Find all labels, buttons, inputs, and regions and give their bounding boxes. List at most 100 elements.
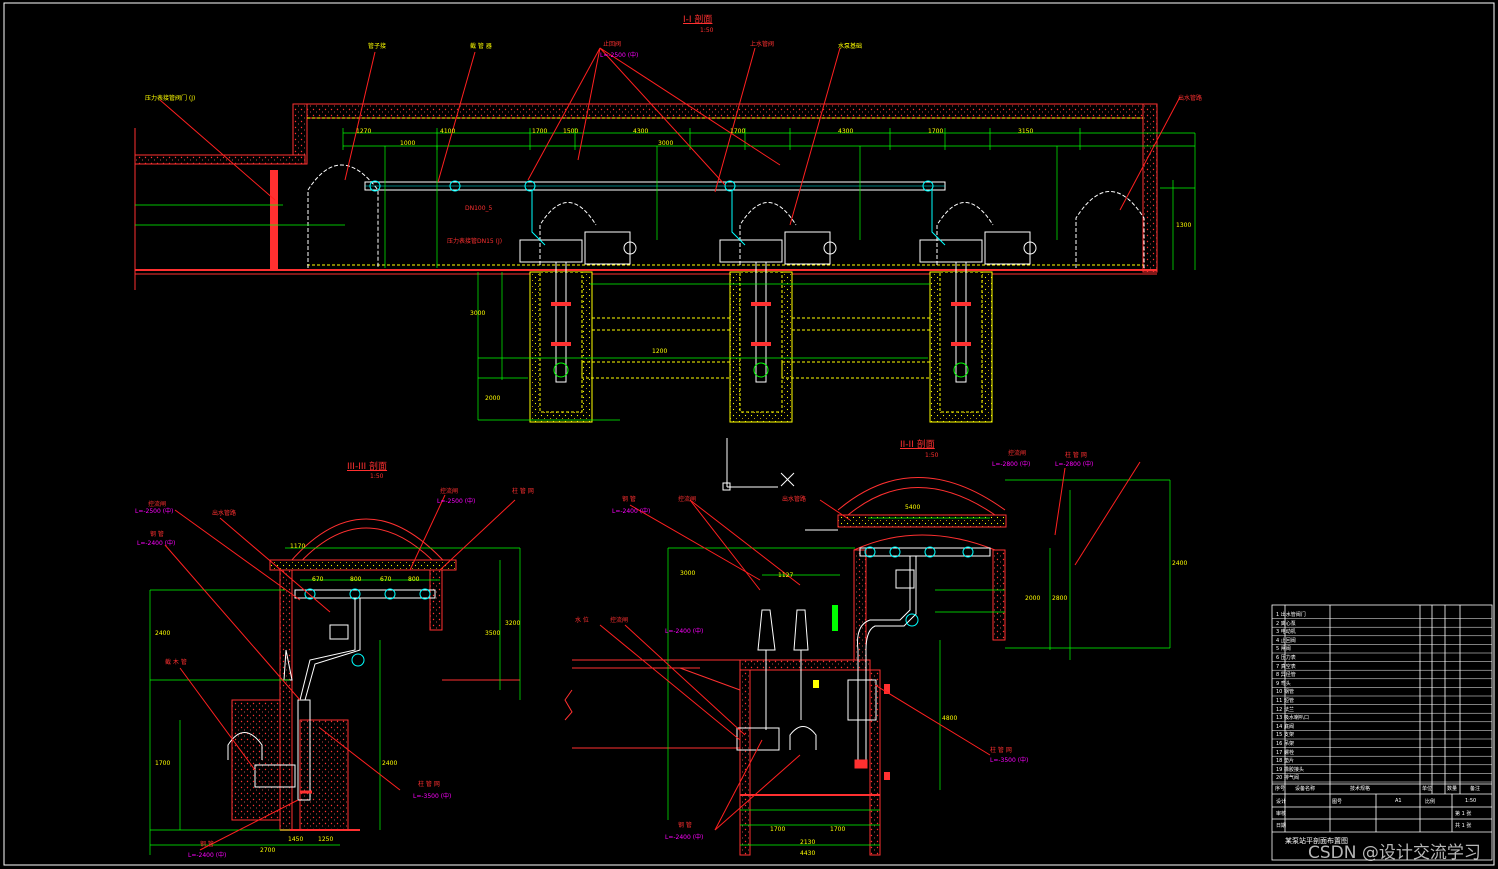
annotation-label: 柱 管 网 [418, 781, 440, 788]
dimension-text: 1700 [928, 128, 944, 135]
elevation-label: L=-3500 (中) [990, 757, 1029, 764]
dimension-text: 2000 [485, 395, 501, 402]
annotation-label: 柱 管 网 [512, 488, 534, 495]
tb-row-label: 19 橡胶接头 [1276, 766, 1304, 773]
annotation-label: 压力表接管阀门 (J) [145, 95, 196, 102]
tb-row-label: 12 法兰 [1276, 706, 1294, 713]
dimension-text: 670 [312, 576, 324, 583]
elevation-label: L=-3500 (中) [413, 793, 452, 800]
section-3-structure [227, 518, 520, 831]
annotation-label: 控流闸 [440, 488, 459, 495]
annotation-label: 柱 管 网 [1065, 452, 1087, 459]
dimension-text: 1127 [778, 572, 794, 579]
annotation-label: 出水管路 [782, 496, 807, 503]
elevation-label: L=-2500 (中) [135, 508, 174, 515]
tb-row-label: 11 短管 [1276, 698, 1294, 704]
elevation-label: L=-2800 (中) [992, 461, 1031, 468]
elevation-label: L=-2400 (中) [665, 834, 704, 841]
annotation-label: 钢 管 [678, 822, 692, 829]
dimension-text: 1500 [563, 128, 579, 135]
section-3-scale: 1:50 [370, 473, 384, 480]
dimension-text: 800 [350, 576, 362, 583]
tb-check-label: 审核 [1276, 811, 1287, 817]
annotation-label: 压力表接管DN15 (J) [447, 238, 503, 245]
annotation-label: 止回阀 [603, 41, 622, 48]
dimension-text: 1700 [532, 128, 548, 135]
elevation-label: L=-2400 (中) [137, 540, 176, 547]
dimension-text: 2130 [800, 839, 816, 846]
dimension-text: 5400 [905, 504, 921, 511]
tb-design-label: 设计 [1276, 799, 1287, 805]
tb-date-label: 日期 [1276, 823, 1287, 829]
tb-row-label: 13 吸水喇叭口 [1276, 715, 1309, 722]
annotation-label: 钢 管 [200, 841, 214, 848]
section-2-scale: 1:50 [925, 452, 939, 459]
dimension-text: 1300 [1176, 222, 1192, 229]
annotation-label: 柱 管 网 [990, 747, 1012, 754]
tb-total: 共 1 张 [1455, 823, 1472, 829]
annotation-label: 控流闸 [610, 617, 629, 624]
dimension-text: 1700 [155, 760, 171, 767]
annotation-label: 水泵基础 [838, 43, 863, 50]
dimension-text: 3150 [1018, 128, 1034, 135]
tb-sheet: 第 1 张 [1455, 811, 1472, 817]
tb-row-label: 10 钢管 [1276, 689, 1294, 696]
dimension-text: 4300 [633, 128, 649, 135]
dimension-text: 2800 [1052, 595, 1068, 602]
annotation-label: 水 位 [575, 617, 589, 624]
dimension-text: 1000 [400, 140, 416, 147]
dimension-text: 2400 [382, 760, 398, 767]
dimension-text: 2000 [1025, 595, 1041, 602]
tb-row-label: 15 支架 [1276, 732, 1294, 739]
section-1-leaders [159, 47, 1181, 226]
dimension-text: 3000 [680, 570, 696, 577]
dimension-text: 1200 [652, 348, 668, 355]
tb-drawing-no-label: 图号 [1332, 799, 1343, 805]
dimension-text: 3000 [470, 310, 486, 317]
elevation-label: L=-2800 (中) [1055, 461, 1094, 468]
tb-row-label: 8 异径管 [1276, 672, 1296, 679]
section-1-structure [134, 103, 1158, 423]
tb-header-spec: 技术规格 [1350, 786, 1371, 792]
dimension-text: 4300 [838, 128, 854, 135]
dimension-text: 1170 [290, 543, 306, 550]
dimension-text: 1450 [288, 836, 304, 843]
tb-header-remark: 备注 [1470, 786, 1481, 792]
section-2-title: II-II 剖面 [900, 440, 935, 450]
dimension-text: 1270 [356, 128, 372, 135]
tb-row-label: 18 垫片 [1276, 758, 1294, 765]
section-1-title: I-I 剖面 [683, 15, 713, 25]
elevation-label: L=-2500 (中) [600, 52, 639, 59]
dimension-text: 2400 [1172, 560, 1188, 567]
cad-drawing-canvas[interactable] [0, 0, 1498, 869]
dimension-text: 3200 [505, 620, 521, 627]
elevation-label: L=-2500 (中) [437, 498, 476, 505]
tb-row-label: 17 螺栓 [1276, 749, 1294, 756]
tb-header-unit: 单位 [1422, 786, 1433, 792]
section-1-scale: 1:50 [700, 27, 714, 34]
dimension-text: 800 [408, 576, 420, 583]
tb-row-label: 16 吊架 [1276, 741, 1294, 747]
dimension-text: 2700 [260, 847, 276, 854]
tb-row-label: 7 真空表 [1276, 663, 1296, 670]
dimension-text: 3000 [658, 140, 674, 147]
annotation-label: 截 管 器 [470, 43, 492, 50]
annotation-label: DN100_5 [465, 205, 493, 212]
cad-cursor-icon [722, 438, 795, 491]
tb-header-name: 设备名称 [1295, 786, 1316, 792]
tb-row-label: 4 止回阀 [1276, 637, 1296, 644]
tb-row-label: 20 排气阀 [1276, 775, 1299, 782]
watermark: CSDN @设计交流学习 [1308, 843, 1481, 863]
annotation-label: 出水管路 [212, 510, 237, 517]
tb-row-label: 14 底阀 [1276, 723, 1294, 730]
tb-header-qty: 数量 [1447, 786, 1458, 792]
annotation-label: 截 木 管 [165, 659, 187, 666]
tb-row-label: 3 电动机 [1276, 629, 1296, 636]
elevation-label: L=-2400 (中) [188, 852, 227, 859]
tb-scale-value: 1:50 [1465, 798, 1477, 804]
elevation-label: L=-2400 (中) [612, 508, 651, 515]
annotation-label: 钢 管 [150, 531, 164, 538]
dimension-text: 1700 [770, 826, 786, 833]
annotation-label: 出水管路 [1178, 95, 1203, 102]
annotation-label: 控流闸 [678, 496, 697, 503]
